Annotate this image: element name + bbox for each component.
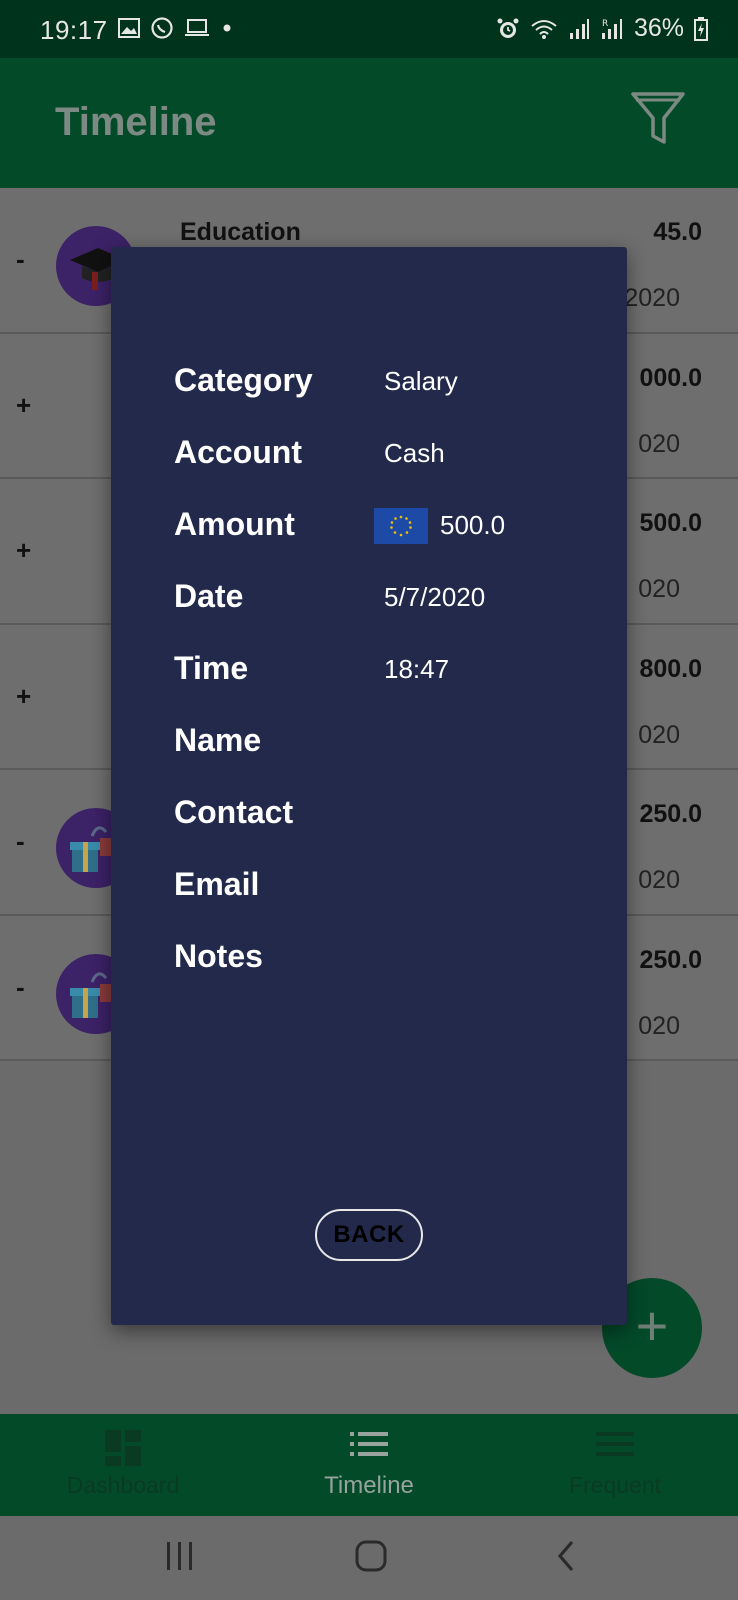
transaction-sign: + bbox=[16, 389, 32, 420]
transaction-date: 020 bbox=[638, 1011, 680, 1040]
home-icon[interactable] bbox=[354, 1538, 390, 1574]
system-navigation-bar bbox=[0, 1516, 738, 1600]
account-label: Account bbox=[174, 434, 302, 470]
category-label: Category bbox=[174, 362, 313, 398]
amount-label: Amount bbox=[174, 506, 295, 542]
recent-apps-icon[interactable] bbox=[164, 1538, 196, 1574]
menu-icon bbox=[596, 1432, 634, 1456]
transaction-amount: 800.0 bbox=[639, 654, 702, 683]
back-button[interactable]: BACK bbox=[315, 1209, 423, 1261]
email-row: Email bbox=[174, 866, 614, 906]
transaction-amount: 250.0 bbox=[639, 800, 702, 828]
transaction-sign: + bbox=[16, 680, 32, 711]
signal-icon bbox=[569, 18, 589, 39]
nav-timeline-label: Timeline bbox=[324, 1472, 414, 1499]
status-bar: 19:17 R 36% bbox=[0, 0, 738, 58]
dot-icon bbox=[223, 24, 231, 32]
transaction-amount: 000.0 bbox=[639, 363, 702, 392]
transaction-detail-dialog: Category Salary Account Cash Amount 500.… bbox=[111, 247, 627, 1325]
account-value: Cash bbox=[384, 438, 445, 468]
notification-icons bbox=[118, 16, 234, 40]
nav-dashboard[interactable]: Dashboard bbox=[0, 1414, 246, 1516]
notes-row: Notes bbox=[174, 938, 614, 978]
contact-label: Contact bbox=[174, 794, 294, 830]
transaction-amount: 45.0 bbox=[653, 218, 702, 246]
transaction-sign: - bbox=[16, 826, 25, 856]
eu-flag-icon bbox=[374, 508, 428, 544]
signal-roaming-icon: R bbox=[601, 18, 622, 39]
nav-timeline[interactable]: Timeline bbox=[246, 1414, 492, 1516]
filter-icon bbox=[631, 92, 685, 144]
battery-percent: 36% bbox=[633, 14, 684, 42]
time-row: Time 18:47 bbox=[174, 650, 614, 690]
back-nav-icon[interactable] bbox=[552, 1538, 580, 1574]
notes-label: Notes bbox=[174, 938, 263, 974]
transaction-sign: - bbox=[16, 244, 25, 274]
transaction-category: Education bbox=[180, 218, 301, 246]
time-value: 18:47 bbox=[384, 654, 450, 684]
category-value: Salary bbox=[384, 366, 458, 396]
dashboard-icon bbox=[105, 1430, 141, 1466]
transaction-date: 020 bbox=[638, 720, 680, 749]
system-icons: R 36% bbox=[496, 14, 708, 43]
transaction-amount: 500.0 bbox=[639, 509, 702, 537]
transaction-sign: - bbox=[16, 971, 25, 1002]
page-title: Timeline bbox=[55, 100, 217, 144]
amount-row: Amount 500.0 bbox=[174, 506, 614, 546]
nav-frequent[interactable]: Frequent bbox=[492, 1414, 738, 1516]
alarm-icon bbox=[497, 18, 519, 38]
bottom-navigation: Dashboard Timeline Frequent bbox=[0, 1414, 738, 1516]
transaction-sign: + bbox=[16, 535, 32, 565]
battery-charging-icon bbox=[694, 16, 708, 41]
status-time: 19:17 bbox=[40, 15, 108, 45]
transaction-date: 020 bbox=[638, 575, 680, 603]
transaction-amount: 250.0 bbox=[639, 945, 702, 974]
time-label: Time bbox=[174, 650, 249, 686]
gallery-icon bbox=[118, 18, 140, 38]
category-row: Category Salary bbox=[174, 362, 614, 402]
filter-button[interactable] bbox=[628, 88, 688, 148]
date-row: Date 5/7/2020 bbox=[174, 578, 614, 618]
amount-value: 500.0 bbox=[440, 510, 506, 540]
contact-row: Contact bbox=[174, 794, 614, 834]
laptop-icon bbox=[185, 19, 209, 36]
date-value: 5/7/2020 bbox=[384, 582, 486, 612]
account-row: Account Cash bbox=[174, 434, 614, 474]
transaction-date: 2020 bbox=[624, 284, 680, 312]
name-label: Name bbox=[174, 722, 262, 758]
date-label: Date bbox=[174, 578, 244, 614]
whatsapp-icon bbox=[151, 17, 173, 39]
nav-frequent-label: Frequent bbox=[568, 1472, 662, 1498]
wifi-icon bbox=[531, 19, 557, 39]
svg-text:R: R bbox=[602, 19, 608, 29]
transaction-date: 020 bbox=[638, 429, 680, 458]
nav-dashboard-label: Dashboard bbox=[66, 1472, 180, 1498]
transaction-date: 020 bbox=[638, 866, 680, 894]
name-row: Name bbox=[174, 722, 614, 762]
list-icon bbox=[350, 1432, 388, 1456]
app-bar: Timeline bbox=[0, 58, 738, 188]
email-label: Email bbox=[174, 866, 260, 902]
